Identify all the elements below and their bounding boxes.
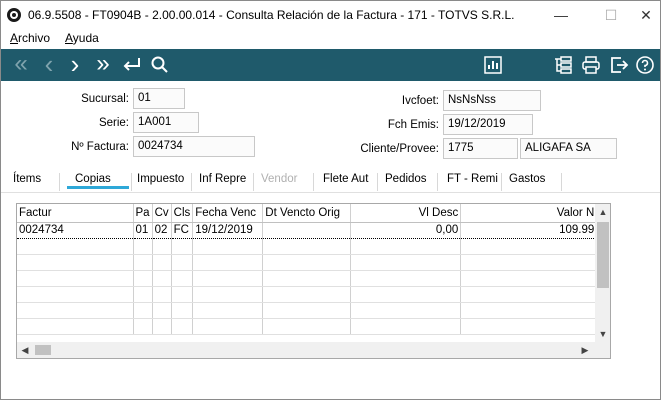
horizontal-scrollbar[interactable]: ◀ ▶ — [17, 342, 610, 358]
cell-vl-desc: 0,00 — [350, 221, 462, 239]
ivcfoet-label: Ivcfoet: — [401, 95, 439, 107]
window-title: 06.9.5508 - FT0904B - 2.00.00.014 - Cons… — [28, 8, 515, 22]
next-record-icon[interactable]: › — [63, 51, 87, 77]
close-button[interactable]: ✕ — [631, 5, 661, 25]
header-row: Factur Pa Cv Cls Fecha Venc Dt Vencto Or… — [17, 204, 598, 223]
tab-divider — [313, 173, 314, 191]
cell-pa: 01 — [133, 221, 153, 239]
col-pa-header[interactable]: Pa — [133, 204, 153, 223]
cell-cls: FC — [171, 221, 194, 239]
tab-divider — [501, 173, 502, 191]
help-icon[interactable] — [633, 53, 657, 77]
ivcfoet-field[interactable]: NsNsNss — [443, 90, 541, 111]
vertical-scrollbar[interactable]: ▲ ▼ — [595, 204, 610, 342]
col-cv-header[interactable]: Cv — [152, 204, 172, 223]
app-window: 06.9.5508 - FT0904B - 2.00.00.014 - Cons… — [0, 0, 661, 400]
fchemis-label: Fch Emis: — [387, 119, 439, 131]
cliente-label: Cliente/Provee: — [360, 143, 439, 155]
horizontal-scroll-thumb[interactable] — [35, 345, 51, 355]
tab-flete-aut[interactable]: Flete Aut — [323, 173, 368, 185]
tab-divider — [561, 173, 562, 191]
empty-row — [17, 238, 598, 255]
cell-factur: 0024734 — [17, 221, 134, 239]
col-dt-vencto-orig-header[interactable]: Dt Vencto Orig — [262, 204, 352, 223]
first-record-icon[interactable]: « — [9, 52, 33, 77]
sucursal-label: Sucursal: — [81, 93, 129, 105]
col-cls-header[interactable]: Cls — [171, 204, 194, 223]
col-factur-header[interactable]: Factur — [17, 204, 134, 223]
col-valor-header[interactable]: Valor N — [460, 204, 598, 223]
structure-icon[interactable] — [551, 53, 575, 77]
table-row[interactable]: 0024734 01 02 FC 19/12/2019 0,00 109.99 — [17, 221, 598, 239]
invoice-header-form: Sucursal: 01 Serie: 1A001 Nº Factura: 00… — [1, 81, 660, 165]
menu-archivo[interactable]: Archivo — [10, 31, 50, 45]
nfactura-label: Nº Factura: — [71, 141, 129, 153]
tab-copias[interactable]: Copias — [67, 173, 129, 189]
chart-icon[interactable] — [481, 53, 505, 77]
cell-cv: 02 — [152, 221, 172, 239]
serie-field[interactable]: 1A001 — [133, 112, 199, 133]
scroll-right-icon[interactable]: ▶ — [577, 342, 593, 358]
empty-row — [17, 254, 598, 271]
tab-ft-remi[interactable]: FT - Remi — [447, 173, 498, 185]
last-record-icon[interactable]: » — [91, 52, 115, 77]
empty-row — [17, 302, 598, 319]
cell-valor: 109.99 — [460, 221, 598, 239]
scroll-down-icon[interactable]: ▼ — [595, 326, 610, 342]
nfactura-field[interactable]: 0024734 — [133, 136, 255, 157]
tab-gastos[interactable]: Gastos — [509, 173, 545, 185]
empty-row — [17, 270, 598, 287]
tab-impuesto[interactable]: Impuesto — [137, 173, 184, 185]
tab-inf-repre[interactable]: Inf Repre — [199, 173, 246, 185]
menu-ayuda[interactable]: Ayuda — [65, 31, 99, 45]
minimize-button[interactable]: — — [546, 5, 576, 25]
col-vl-desc-header[interactable]: Vl Desc — [350, 204, 462, 223]
cell-fecha-venc: 19/12/2019 — [192, 221, 264, 239]
print-icon[interactable] — [579, 53, 603, 77]
tab-vendor: Vendor — [261, 173, 298, 185]
vertical-scroll-thumb[interactable] — [597, 222, 609, 288]
tab-items[interactable]: Ítems — [13, 173, 41, 185]
fchemis-field[interactable]: 19/12/2019 — [443, 114, 533, 135]
empty-row — [17, 286, 598, 303]
toolbar: « ‹ › » — [1, 49, 660, 81]
tab-pedidos[interactable]: Pedidos — [385, 173, 427, 185]
scroll-left-icon[interactable]: ◀ — [17, 342, 33, 358]
previous-record-icon[interactable]: ‹ — [37, 51, 61, 77]
search-icon[interactable] — [148, 53, 172, 77]
title-bar: 06.9.5508 - FT0904B - 2.00.00.014 - Cons… — [1, 1, 660, 29]
cliente-name-field[interactable]: ALIGAFA SA — [520, 138, 617, 159]
tab-divider — [437, 173, 438, 191]
exit-icon[interactable] — [607, 53, 631, 77]
return-icon[interactable] — [119, 53, 143, 77]
maximize-button[interactable]: ☐ — [596, 5, 626, 25]
cliente-code-field[interactable]: 1775 — [443, 138, 518, 159]
cell-dt-vencto-orig — [262, 221, 352, 239]
tab-divider — [377, 173, 378, 191]
copias-table: Factur Pa Cv Cls Fecha Venc Dt Vencto Or… — [17, 204, 598, 335]
empty-row — [17, 318, 598, 335]
serie-label: Serie: — [98, 117, 129, 129]
tab-divider — [191, 173, 192, 191]
tab-divider — [131, 173, 132, 191]
totvs-app-icon — [7, 8, 21, 22]
col-fecha-venc-header[interactable]: Fecha Venc — [192, 204, 264, 223]
scroll-up-icon[interactable]: ▲ — [595, 204, 610, 220]
sucursal-field[interactable]: 01 — [133, 88, 185, 109]
tab-bar: Ítems Copias Impuesto Inf Repre Vendor F… — [1, 169, 660, 193]
tab-divider — [59, 173, 60, 191]
tab-divider — [253, 173, 254, 191]
copias-grid[interactable]: Factur Pa Cv Cls Fecha Venc Dt Vencto Or… — [16, 203, 611, 359]
menu-bar: Archivo Ayuda — [1, 29, 660, 49]
